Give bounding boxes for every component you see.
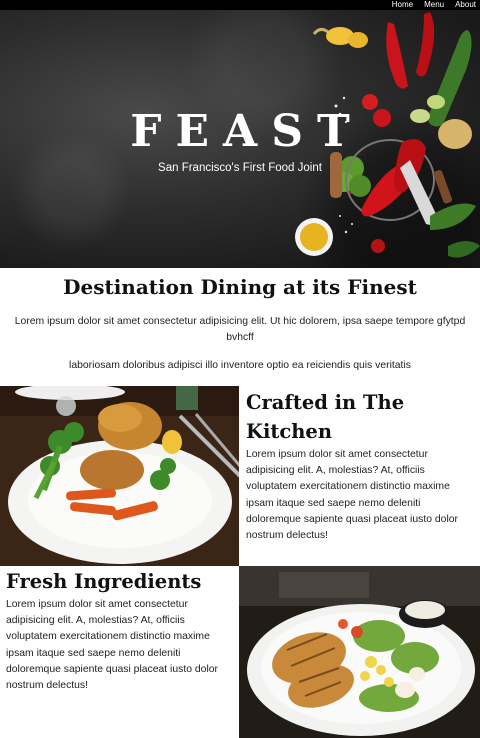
- nav-link-home[interactable]: Home: [392, 0, 413, 10]
- hero-title: FEAST: [130, 106, 364, 157]
- feature-title: Crafted in The Kitchen: [246, 391, 405, 443]
- roast-dinner-image: [0, 386, 239, 566]
- feature-body: Lorem ipsum dolor sit amet consectetur a…: [246, 449, 458, 542]
- intro-paragraph-secondary: laboriosam doloribus adipisci illo inven…: [69, 360, 411, 371]
- olive-oil-bowl-icon: [295, 218, 333, 256]
- chili-pepper-icon: [386, 22, 408, 89]
- corn-icon: [312, 27, 368, 48]
- hero-banner: FEAST San Francisco's First Food Joint: [0, 10, 480, 268]
- hero-subtitle: San Francisco's First Food Joint: [158, 162, 322, 174]
- top-nav: Home Menu About: [0, 0, 480, 10]
- intro-heading: Destination Dining at its Finest: [63, 275, 417, 299]
- feature-title: Fresh Ingredients: [6, 570, 202, 593]
- feature-crafted: Crafted in The Kitchen Lorem ipsum dolor…: [246, 388, 476, 544]
- nav-link-menu[interactable]: Menu: [424, 0, 444, 10]
- feature-body: Lorem ipsum dolor sit amet consectetur a…: [6, 599, 218, 692]
- feature-fresh: Fresh Ingredients Lorem ipsum dolor sit …: [6, 567, 234, 694]
- chicken-salad-image: [239, 566, 480, 738]
- nav-link-about[interactable]: About: [455, 0, 476, 10]
- intro-paragraph: Lorem ipsum dolor sit amet consectetur a…: [14, 316, 466, 343]
